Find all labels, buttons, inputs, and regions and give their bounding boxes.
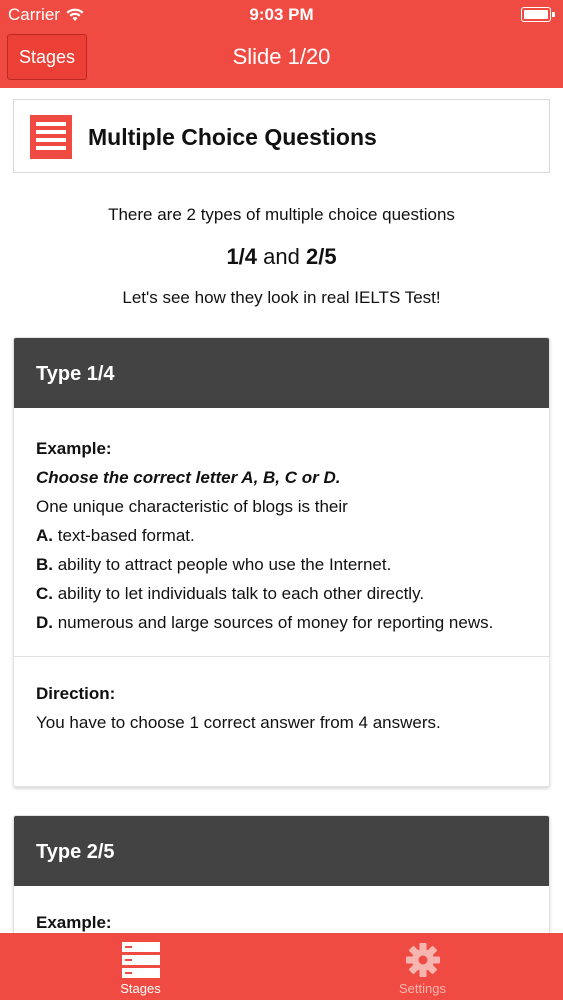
tab-label: Settings [399, 981, 446, 996]
stages-icon [121, 942, 160, 978]
option-letter: D. [36, 613, 53, 632]
tab-label: Stages [120, 981, 161, 996]
type-b-label: 2/5 [305, 244, 337, 269]
gear-icon [405, 943, 440, 977]
example-section: Example: Choose the correct letter A, B,… [14, 408, 549, 637]
direction-text: You have to choose 1 correct answer from… [36, 713, 441, 732]
option-text: ability to let individuals talk to each … [53, 584, 425, 603]
battery-icon [521, 7, 555, 22]
option-text: text-based format. [53, 526, 195, 545]
instruction-text: Choose the correct letter A, B, C or D. [36, 468, 341, 487]
example-label: Example: [36, 439, 112, 458]
intro-text: There are 2 types of multiple choice que… [108, 205, 455, 224]
status-time: 9:03 PM [249, 5, 314, 24]
type-card-2-5: Type 2/5 Example: [13, 815, 550, 933]
card-header: Type 2/5 [14, 816, 549, 886]
type-card-1-4: Type 1/4 Example: Choose the correct let… [13, 337, 550, 787]
option-letter: B. [36, 555, 53, 574]
option-b: B. ability to attract people who use the… [36, 550, 527, 579]
direction-section: Direction: You have to choose 1 correct … [14, 657, 549, 737]
status-bar: Carrier 9:03 PM [0, 0, 563, 30]
card-header: Type 1/4 [14, 338, 549, 408]
intro-types: 1/4 and 2/5 [0, 244, 563, 270]
types-conjunction: and [257, 244, 306, 269]
example-section: Example: [14, 886, 549, 933]
tab-bar: Stages Settings [0, 933, 563, 1000]
option-text: numerous and large sources of money for … [53, 613, 494, 632]
app-header: Carrier 9:03 PM Stages Slide 1/20 [0, 0, 563, 88]
list-document-icon [30, 115, 72, 159]
tab-stages[interactable]: Stages [0, 933, 281, 1000]
option-d: D. numerous and large sources of money f… [36, 608, 527, 637]
option-letter: C. [36, 584, 53, 603]
type-a-label: 1/4 [226, 244, 258, 269]
title-card: Multiple Choice Questions [13, 99, 550, 173]
option-letter: A. [36, 526, 53, 545]
example-label: Example: [36, 913, 112, 932]
section-title: Multiple Choice Questions [88, 124, 377, 150]
option-c: C. ability to let individuals talk to ea… [36, 579, 527, 608]
intro-subtext: Let's see how they look in real IELTS Te… [122, 288, 441, 307]
page-title: Slide 1/20 [232, 44, 331, 69]
slide-content[interactable]: Multiple Choice Questions There are 2 ty… [0, 88, 563, 933]
direction-label: Direction: [36, 684, 116, 703]
tab-settings[interactable]: Settings [282, 933, 563, 1000]
option-a: A. text-based format. [36, 521, 527, 550]
question-text: One unique characteristic of blogs is th… [36, 497, 348, 516]
option-text: ability to attract people who use the In… [53, 555, 392, 574]
